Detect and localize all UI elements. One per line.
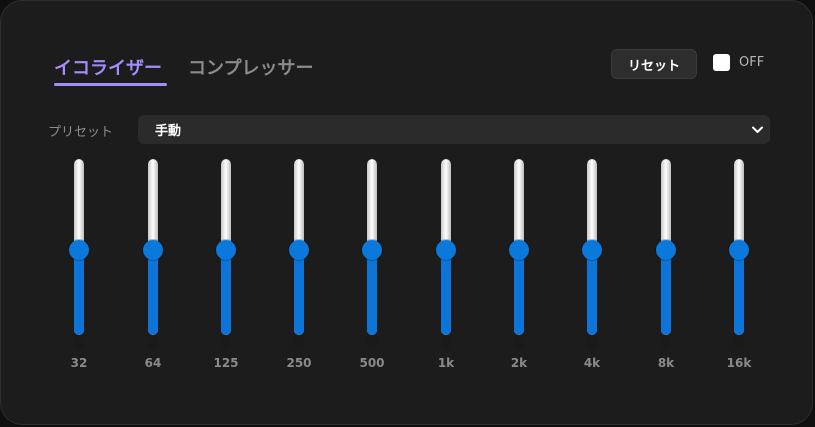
slider-thumb[interactable]: [289, 240, 309, 260]
frequency-label: 2k: [510, 356, 528, 370]
frequency-label: 500: [359, 356, 385, 370]
frequency-label: 250: [286, 356, 312, 370]
band-slider-32[interactable]: 32: [64, 159, 94, 379]
tab-equalizer[interactable]: イコライザー: [54, 54, 162, 80]
band-slider-16k[interactable]: 16k: [724, 159, 754, 379]
slider-fill: [367, 250, 377, 335]
slider-fill: [734, 250, 744, 335]
chevron-down-icon: [752, 126, 763, 133]
slider-thumb[interactable]: [582, 240, 602, 260]
active-tab-indicator: [54, 83, 167, 86]
band-slider-64[interactable]: 64: [138, 159, 168, 379]
slider-thumb[interactable]: [729, 240, 749, 260]
band-slider-1k[interactable]: 1k: [431, 159, 461, 379]
slider-thumb[interactable]: [69, 240, 89, 260]
band-slider-500[interactable]: 500: [357, 159, 387, 379]
band-slider-8k[interactable]: 8k: [651, 159, 681, 379]
off-label: OFF: [739, 55, 765, 70]
tab-compressor[interactable]: コンプレッサー: [188, 54, 313, 80]
frequency-label: 16k: [726, 356, 752, 370]
equalizer-panel: イコライザー コンプレッサー リセット OFF プリセット 手動 32 64 125…: [0, 0, 813, 425]
slider-thumb[interactable]: [509, 240, 529, 260]
slider-thumb[interactable]: [436, 240, 456, 260]
slider-fill: [514, 250, 524, 335]
frequency-label: 8k: [657, 356, 675, 370]
slider-fill: [441, 250, 451, 335]
preset-dropdown[interactable]: 手動: [138, 115, 770, 144]
band-slider-2k[interactable]: 2k: [504, 159, 534, 379]
slider-thumb[interactable]: [362, 240, 382, 260]
reset-button[interactable]: リセット: [611, 49, 697, 79]
frequency-label: 125: [213, 356, 239, 370]
band-slider-4k[interactable]: 4k: [577, 159, 607, 379]
preset-label: プリセット: [48, 125, 114, 140]
off-toggle[interactable]: OFF: [713, 54, 764, 71]
slider-thumb[interactable]: [216, 240, 236, 260]
frequency-label: 1k: [437, 356, 455, 370]
slider-thumb[interactable]: [143, 240, 163, 260]
slider-fill: [221, 250, 231, 335]
off-checkbox[interactable]: [713, 54, 730, 71]
frequency-label: 64: [144, 356, 162, 370]
band-slider-250[interactable]: 250: [284, 159, 314, 379]
preset-value: 手動: [155, 124, 182, 139]
slider-fill: [74, 250, 84, 335]
frequency-label: 32: [70, 356, 88, 370]
frequency-label: 4k: [583, 356, 601, 370]
slider-fill: [148, 250, 158, 335]
band-slider-125[interactable]: 125: [211, 159, 241, 379]
slider-thumb[interactable]: [656, 240, 676, 260]
slider-fill: [661, 250, 671, 335]
slider-fill: [294, 250, 304, 335]
slider-fill: [587, 250, 597, 335]
